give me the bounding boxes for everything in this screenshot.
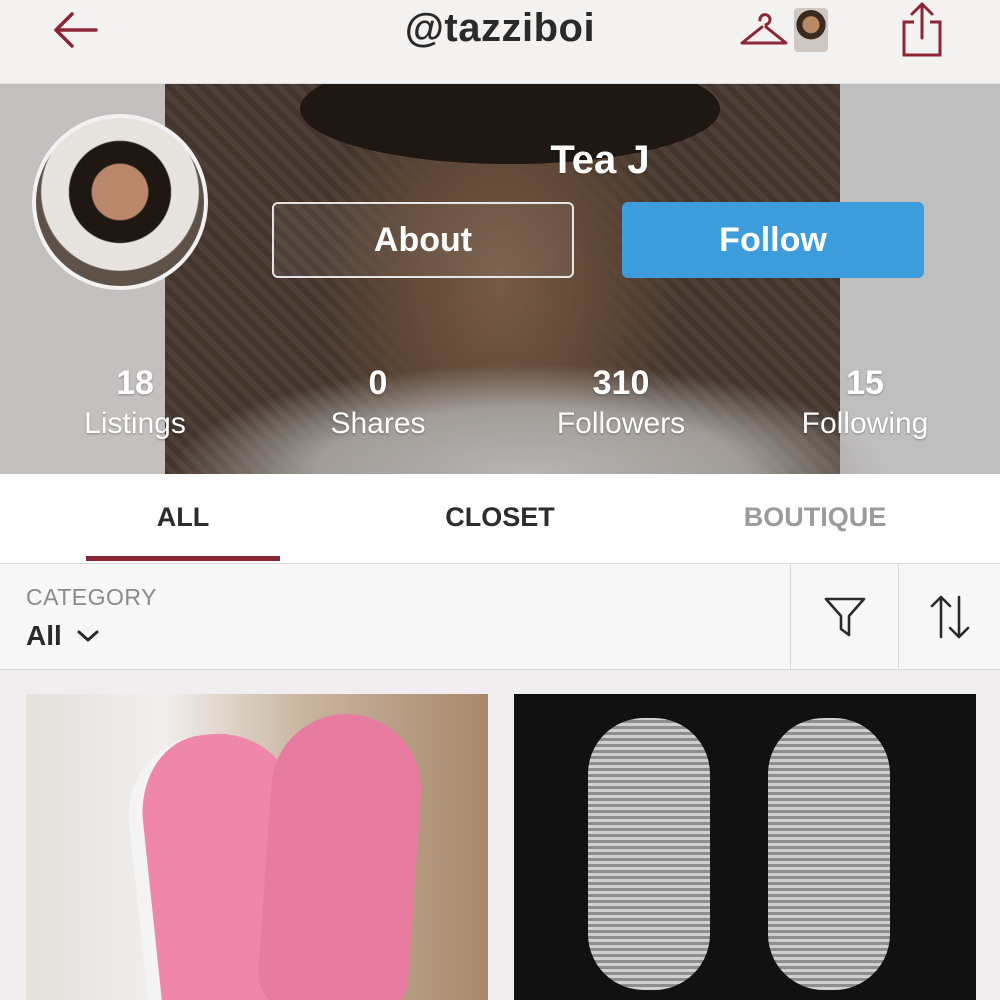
stat-label: Shares (330, 407, 426, 440)
stat-followers[interactable]: 310 Followers (511, 364, 731, 441)
closet-button[interactable] (738, 10, 790, 50)
category-label: CATEGORY (26, 584, 157, 610)
listing-card-pink-sneakers[interactable] (26, 694, 488, 1000)
listing-card-black-sandals[interactable] (514, 694, 976, 1000)
username-title: @tazziboi (404, 6, 596, 50)
tab-all[interactable]: ALL (86, 474, 280, 564)
stat-label: Following (801, 407, 929, 440)
stat-value: 15 (846, 364, 884, 402)
profile-stats: 18 Listings 0 Shares 310 Followers 15 Fo… (0, 364, 1000, 454)
nav-avatar[interactable] (794, 8, 828, 52)
stat-listings[interactable]: 18 Listings (25, 364, 245, 441)
chevron-down-icon (77, 630, 99, 642)
funnel-icon (824, 597, 865, 637)
follow-button[interactable]: Follow (622, 202, 924, 278)
listing-image-sandal-left (574, 704, 724, 1000)
tab-boutique[interactable]: BOUTIQUE (705, 474, 925, 564)
share-icon (902, 2, 942, 57)
back-button[interactable] (48, 8, 104, 52)
stat-value: 18 (116, 364, 154, 402)
back-arrow-icon (54, 12, 98, 48)
top-nav-bar: @tazziboi (0, 0, 1000, 84)
stat-value: 0 (368, 364, 388, 402)
tab-closet[interactable]: CLOSET (400, 474, 600, 564)
filter-button[interactable] (790, 564, 898, 670)
stat-shares[interactable]: 0 Shares (268, 364, 488, 441)
sort-arrows-icon (930, 595, 969, 639)
hanger-icon (740, 13, 788, 45)
category-value: All (26, 620, 62, 651)
profile-name: Tea J (550, 138, 650, 182)
profile-cover: Tea J About Follow 18 Listings 0 Shares … (0, 84, 1000, 474)
stat-label: Listings (84, 407, 186, 440)
share-button[interactable] (898, 0, 946, 58)
closet-tabs: ALL CLOSET BOUTIQUE (0, 474, 1000, 564)
sort-button[interactable] (898, 564, 1000, 670)
filter-bar: CATEGORY All (0, 564, 1000, 670)
stat-label: Followers (556, 407, 686, 440)
category-dropdown[interactable]: All (26, 616, 100, 656)
listing-image-sandal-right (754, 704, 904, 1000)
listing-image-shoe-right (255, 709, 427, 1000)
profile-avatar[interactable] (32, 114, 208, 290)
active-tab-indicator (86, 556, 280, 561)
stat-value: 310 (592, 364, 650, 402)
about-button[interactable]: About (272, 202, 574, 278)
listings-grid (0, 670, 1000, 1000)
stat-following[interactable]: 15 Following (755, 364, 975, 441)
